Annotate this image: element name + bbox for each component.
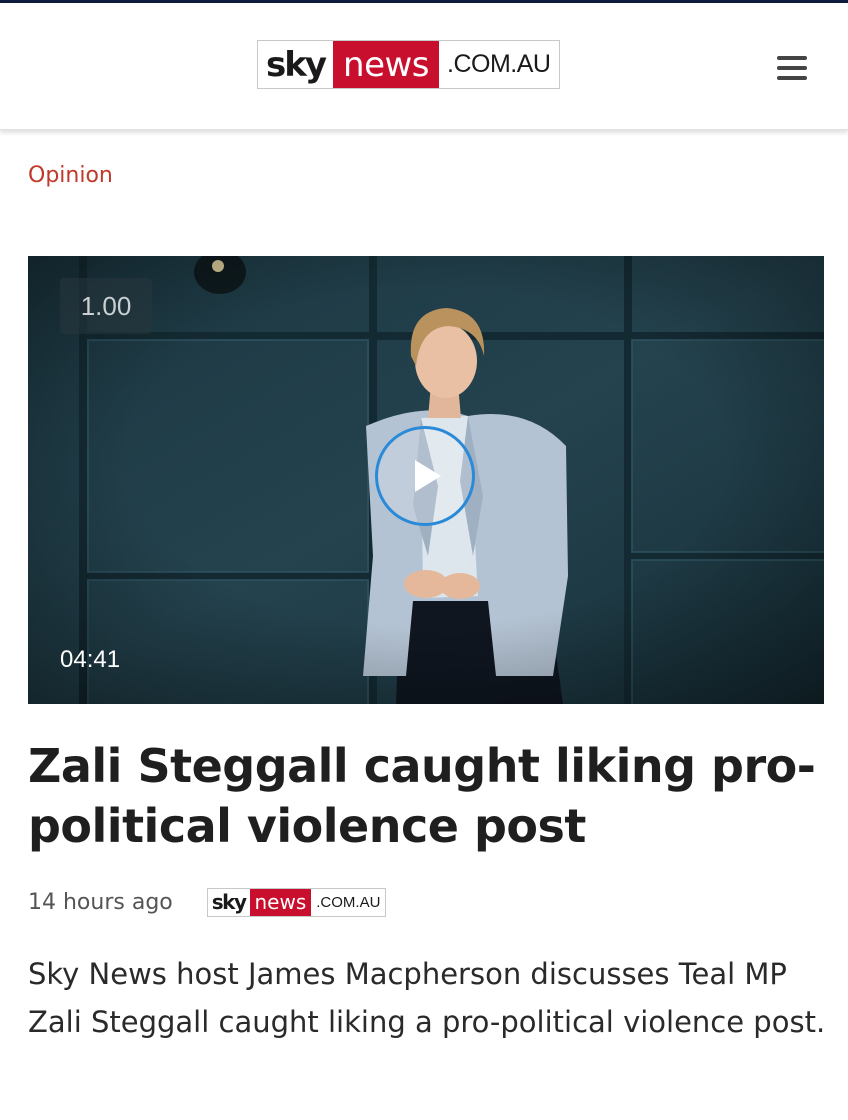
source-logo-sky: sky	[211, 890, 247, 914]
source-logo-domain: .COM.AU	[316, 893, 381, 911]
logo-sky-text: sky	[266, 44, 327, 85]
source-logo-news: news	[249, 888, 312, 916]
article-timestamp: 14 hours ago	[28, 889, 173, 915]
source-logo: sky news .COM.AU	[206, 887, 387, 917]
menu-bar	[777, 76, 807, 80]
logo-domain-text: .COM.AU	[447, 50, 551, 78]
video-player[interactable]: 1.00 04:41	[28, 256, 824, 704]
play-triangle	[415, 460, 441, 492]
section-label-opinion[interactable]: Opinion	[28, 163, 113, 188]
hamburger-menu-icon[interactable]	[777, 53, 807, 83]
site-header: sky news .COM.AU	[0, 3, 848, 130]
article-headline[interactable]: Zali Steggall caught liking pro-politica…	[28, 736, 818, 856]
article-meta: 14 hours ago sky news .COM.AU	[28, 886, 387, 918]
menu-bar	[777, 56, 807, 60]
video-duration: 04:41	[60, 646, 121, 673]
menu-bar	[777, 66, 807, 70]
sky-news-logo[interactable]: sky news .COM.AU	[257, 40, 561, 89]
logo-news-text: news	[333, 41, 440, 88]
play-icon[interactable]	[375, 426, 475, 526]
playback-speed-button[interactable]: 1.00	[60, 278, 152, 334]
article-summary: Sky News host James Macpherson discusses…	[28, 957, 826, 1039]
